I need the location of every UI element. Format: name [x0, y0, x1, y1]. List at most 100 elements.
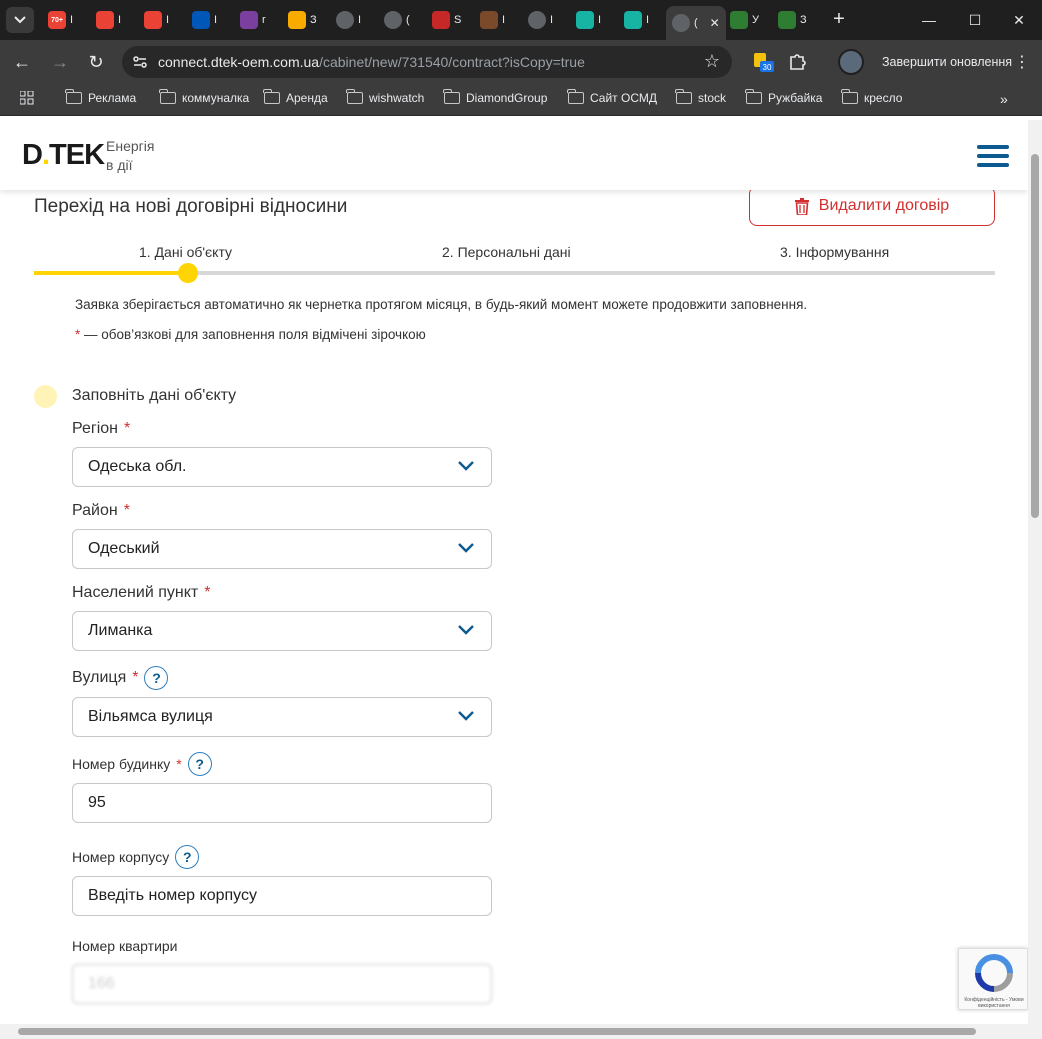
apartment-number-label: Номер квартири [72, 938, 178, 954]
browser-tab[interactable]: З [282, 6, 323, 34]
required-star: * [204, 584, 211, 601]
back-icon[interactable]: ← [10, 50, 34, 74]
target-icon [432, 11, 450, 29]
finish-update-button[interactable]: Завершити оновлення [876, 48, 1018, 76]
new-tab-button[interactable]: + [828, 9, 850, 31]
folder-icon [346, 89, 363, 104]
extension-icon[interactable]: 30 [752, 51, 774, 73]
bookmark-folder[interactable]: DiamondGroup [443, 89, 547, 105]
step-2-label[interactable]: 2. Персональні дані [442, 244, 571, 260]
settlement-select[interactable]: Лиманка [72, 611, 492, 651]
browser-tab[interactable]: I [330, 6, 367, 34]
browser-tab[interactable]: I [474, 6, 511, 34]
profile-avatar[interactable] [838, 49, 864, 75]
bookmark-star-icon[interactable]: ☆ [704, 51, 720, 72]
bookmark-folder[interactable]: stock [675, 89, 726, 105]
recaptcha-badge[interactable]: Конфіденційність - Умови використання [958, 948, 1028, 1010]
browser-tab[interactable]: (✕ [666, 6, 726, 40]
tab-title: З [310, 14, 317, 26]
tagline-line1: Енергія [106, 138, 155, 154]
browser-tab[interactable]: I [138, 6, 175, 34]
dtek-logo[interactable]: D.TEK [22, 140, 105, 170]
horizontal-scroll-thumb[interactable] [18, 1028, 976, 1035]
reload-icon[interactable]: ↻ [84, 50, 108, 74]
folder-icon [443, 89, 460, 104]
district-select[interactable]: Одеський [72, 529, 492, 569]
tab-title: S [454, 14, 462, 26]
region-label-text: Регіон [72, 420, 118, 437]
house-number-input[interactable] [72, 783, 492, 823]
bookmark-folder[interactable]: коммуналка [159, 89, 249, 105]
bookmark-folder[interactable]: кресло [841, 89, 902, 105]
district-value: Одеський [88, 540, 160, 557]
browser-tab[interactable]: I [570, 6, 607, 34]
apartment-number-input[interactable] [72, 964, 492, 1004]
building-number-input[interactable] [72, 876, 492, 916]
vertical-scroll-thumb[interactable] [1031, 154, 1039, 518]
browser-tab[interactable]: ( [378, 6, 416, 34]
tab-title: I [214, 14, 218, 26]
chevron-down-icon [14, 16, 26, 24]
recaptcha-terms[interactable]: Конфіденційність - Умови використання [963, 997, 1025, 1009]
ukraine-flag-icon [192, 11, 210, 29]
hamburger-menu-icon[interactable] [977, 145, 1009, 167]
dtek-icon [730, 11, 748, 29]
logo-tagline: Енергія в дії [106, 137, 154, 175]
horizontal-scrollbar[interactable] [0, 1024, 1042, 1039]
street-label-text: Вулиця [72, 669, 127, 686]
region-select[interactable]: Одеська обл. [72, 447, 492, 487]
minimize-button[interactable]: — [906, 0, 952, 40]
forward-icon[interactable]: → [48, 50, 72, 74]
extensions-puzzle-icon[interactable] [788, 51, 810, 73]
bean-icon [480, 11, 498, 29]
section-indicator [34, 385, 57, 408]
settings-globe-icon [384, 11, 402, 29]
required-star: * [123, 502, 130, 519]
tab-title: I [118, 14, 122, 26]
help-icon[interactable]: ? [175, 845, 200, 869]
close-tab-icon[interactable]: ✕ [710, 16, 720, 30]
bookmark-folder[interactable]: Реклама [65, 89, 137, 105]
bookmark-folder[interactable]: Сайт ОСМД [567, 89, 657, 105]
chevron-down-icon [458, 625, 474, 635]
delete-contract-button[interactable]: Видалити договір [749, 186, 995, 226]
url-host: connect.dtek-oem.com.ua [158, 54, 320, 70]
globe-icon [528, 11, 546, 29]
browser-tab[interactable]: I [522, 6, 559, 34]
tagline-line2: в дії [106, 157, 133, 173]
bookmark-folder[interactable]: Ружбайка [745, 89, 822, 105]
tab-title: I [502, 14, 506, 26]
browser-tab[interactable]: 70+ I [42, 6, 79, 34]
browser-tab[interactable]: S [426, 6, 467, 34]
apps-grid-icon[interactable] [20, 91, 34, 105]
tab-title: I [166, 14, 170, 26]
maximize-button[interactable]: ☐ [952, 0, 998, 40]
more-menu-icon[interactable]: ⋮ [1014, 52, 1030, 72]
district-label-text: Район [72, 502, 118, 519]
tab-search-button[interactable] [6, 7, 34, 33]
gmail-icon: 70+ [48, 11, 66, 29]
required-fields-note: * — обов’язкові для заповнення поля відм… [75, 327, 426, 342]
site-settings-icon[interactable] [132, 54, 148, 70]
help-icon[interactable]: ? [187, 752, 212, 776]
step-1-label[interactable]: 1. Дані об'єкту [139, 244, 232, 260]
browser-tab-strip: 70+ I I I Ir З I(S I I I I(✕ У З + — ☐ ✕ [0, 0, 1042, 40]
help-icon[interactable]: ? [144, 666, 169, 690]
bookmark-label: Сайт ОСМД [590, 91, 657, 105]
close-window-button[interactable]: ✕ [996, 0, 1042, 40]
bookmark-folder[interactable]: wishwatch [346, 89, 424, 105]
more-bookmarks-icon[interactable]: » [1000, 91, 1008, 107]
browser-tab[interactable]: r [234, 6, 272, 34]
url-input[interactable]: connect.dtek-oem.com.ua/cabinet/new/7315… [122, 46, 732, 78]
browser-tab[interactable]: I [186, 6, 223, 34]
vertical-scrollbar[interactable] [1028, 120, 1042, 1024]
browser-tab[interactable]: У [724, 6, 765, 34]
bookmark-folder[interactable]: Аренда [263, 89, 328, 105]
bookmark-label: Реклама [88, 91, 137, 105]
step-3-label[interactable]: 3. Інформування [780, 244, 889, 260]
browser-tab[interactable]: З [772, 6, 813, 34]
browser-tab[interactable]: I [618, 6, 655, 34]
tab-title: I [550, 14, 554, 26]
browser-tab[interactable]: I [90, 6, 127, 34]
street-select[interactable]: Вільямса вулиця [72, 697, 492, 737]
